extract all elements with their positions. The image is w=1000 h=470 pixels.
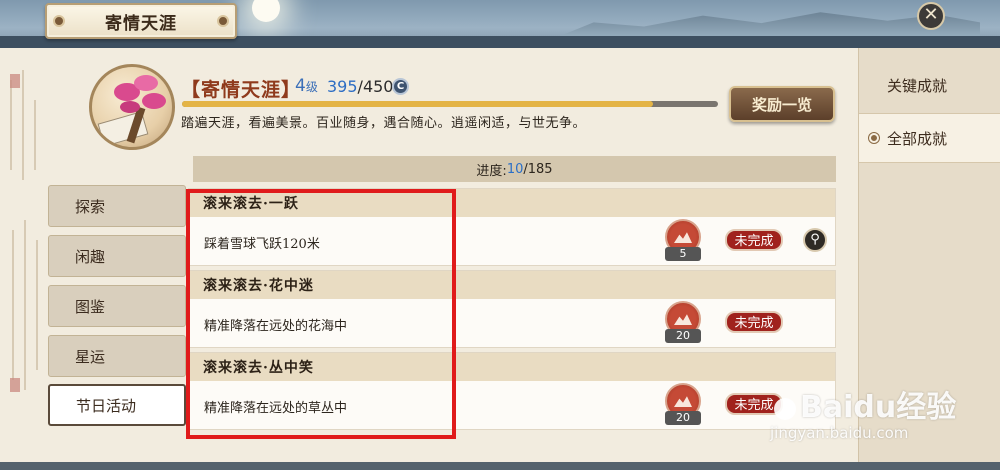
achievement-avatar (89, 64, 175, 150)
status-badge: 未完成 (725, 229, 783, 251)
selected-dot-icon (869, 133, 879, 143)
coin-icon: C (392, 78, 409, 95)
category-tab-leisure[interactable]: 闲趣 (48, 235, 186, 277)
category-tab-explore[interactable]: 探索 (48, 185, 186, 227)
points-progress-fill (182, 101, 653, 107)
overall-progress: 进度: 10/185 (193, 156, 836, 182)
medal-points: 5 (665, 247, 701, 261)
close-icon: ✕ (923, 4, 939, 25)
search-icon: ⚲ (810, 232, 820, 247)
category-tab-fortune[interactable]: 星运 (48, 335, 186, 377)
medal-points: 20 (665, 329, 701, 343)
achievement-name: 【寄情天涯】 (181, 79, 302, 101)
status-badge: 未完成 (725, 311, 783, 333)
category-tab-collection[interactable]: 图鉴 (48, 285, 186, 327)
calligraphy-decoration (0, 60, 44, 420)
achievement-points: 395/450 (327, 77, 394, 96)
moon-decoration (252, 0, 280, 22)
achievement-description: 踏遍天涯，看遍美景。百业随身，遇合随心。逍遥闲适，与世无争。 (181, 116, 587, 131)
window-title-plaque: 寄情天涯 (45, 3, 237, 39)
red-highlight-box (186, 189, 456, 439)
search-button[interactable]: ⚲ (803, 228, 827, 252)
achievement-level: 4级 (295, 76, 318, 96)
bottom-strip (0, 462, 1000, 470)
reward-list-button[interactable]: 奖励一览 (729, 86, 835, 122)
category-tab-festival[interactable]: 节日活动 (48, 384, 186, 426)
tab-all-achievements[interactable]: 全部成就 (859, 113, 1000, 163)
baidu-watermark: Baidu经验 jingyan.baidu.com (770, 390, 957, 442)
tab-label: 全部成就 (887, 129, 948, 148)
plaque-knob-icon (53, 15, 65, 27)
points-progress-bar (182, 101, 718, 107)
tab-label: 关键成就 (887, 76, 948, 95)
close-button[interactable]: ✕ (917, 2, 945, 30)
window-title: 寄情天涯 (105, 13, 177, 34)
plaque-knob-icon (217, 15, 229, 27)
tab-key-achievements[interactable]: 关键成就 (859, 60, 1000, 110)
medal-points: 20 (665, 411, 701, 425)
paw-logo-icon (774, 397, 796, 420)
